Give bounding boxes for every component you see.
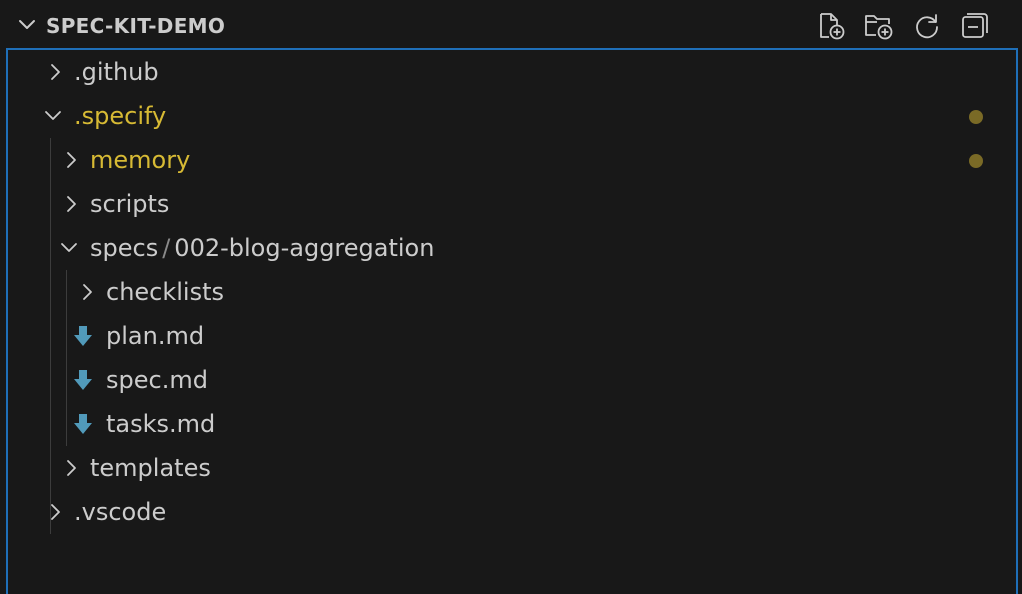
new-file-button[interactable] bbox=[814, 10, 848, 42]
chevron-right-icon bbox=[67, 152, 76, 168]
tree-item-templates[interactable]: templates bbox=[8, 446, 1016, 490]
chevron-down-icon[interactable] bbox=[16, 14, 38, 36]
modified-indicator bbox=[969, 110, 983, 124]
tree-item-github[interactable]: .github bbox=[8, 50, 1016, 94]
collapse-all-icon bbox=[962, 13, 988, 38]
new-file-icon bbox=[820, 13, 845, 40]
chevron-right-icon bbox=[51, 64, 60, 80]
explorer-section-header[interactable]: SPEC-KIT-DEMO bbox=[0, 0, 1022, 50]
tree-item-checklists[interactable]: checklists bbox=[8, 270, 1016, 314]
chevron-down-icon bbox=[61, 243, 77, 252]
modified-indicator bbox=[969, 154, 983, 168]
tree-item-label: spec.md bbox=[106, 366, 208, 394]
tree-item-compact-label: specs/002-blog-aggregation bbox=[90, 234, 434, 262]
compact-folder-specs[interactable]: specs bbox=[90, 234, 158, 262]
markdown-arrow-icon bbox=[74, 326, 92, 346]
tree-item-specify[interactable]: .specify bbox=[8, 94, 1016, 138]
tree-item-label: scripts bbox=[90, 190, 170, 218]
tree-item-label: checklists bbox=[106, 278, 225, 306]
tree-item-tasks-md[interactable]: tasks.md bbox=[8, 402, 1016, 446]
tree-item-memory[interactable]: memory bbox=[8, 138, 1016, 182]
new-folder-button[interactable] bbox=[862, 10, 896, 42]
tree-item-label: memory bbox=[90, 146, 191, 174]
tree-item-label: .github bbox=[74, 58, 159, 86]
tree-item-scripts[interactable]: scripts bbox=[8, 182, 1016, 226]
refresh-button[interactable] bbox=[910, 10, 944, 42]
workspace-title: SPEC-KIT-DEMO bbox=[46, 14, 226, 38]
markdown-arrow-icon bbox=[74, 370, 92, 390]
tree-item-label: .specify bbox=[74, 102, 167, 130]
tree-item-spec-md[interactable]: spec.md bbox=[8, 358, 1016, 402]
tree-item-vscode[interactable]: .vscode bbox=[8, 490, 1016, 534]
chevron-right-icon bbox=[51, 504, 60, 520]
header-actions bbox=[814, 10, 992, 42]
collapse-all-button[interactable] bbox=[958, 10, 992, 42]
file-tree: .github .specify memory scripts specs / … bbox=[6, 48, 1018, 594]
markdown-arrow-icon bbox=[74, 414, 92, 434]
path-separator: / bbox=[162, 234, 171, 262]
tree-item-specs-002-blog-aggregation[interactable]: specs/002-blog-aggregation bbox=[8, 226, 1016, 270]
new-folder-icon bbox=[865, 15, 893, 40]
tree-item-plan-md[interactable]: plan.md bbox=[8, 314, 1016, 358]
explorer-panel: SPEC-KIT-DEMO .github .specify memory sc… bbox=[0, 0, 1022, 594]
compact-folder-002-blog-aggregation[interactable]: 002-blog-aggregation bbox=[174, 234, 434, 262]
chevron-right-icon bbox=[67, 196, 76, 212]
tree-item-label: tasks.md bbox=[106, 410, 216, 438]
tree-item-label: plan.md bbox=[106, 322, 205, 350]
tree-item-label: .vscode bbox=[74, 498, 167, 526]
chevron-right-icon bbox=[67, 460, 76, 476]
chevron-right-icon bbox=[83, 284, 92, 300]
refresh-icon bbox=[916, 14, 938, 39]
chevron-down-icon bbox=[45, 111, 61, 120]
tree-item-label: templates bbox=[90, 454, 211, 482]
